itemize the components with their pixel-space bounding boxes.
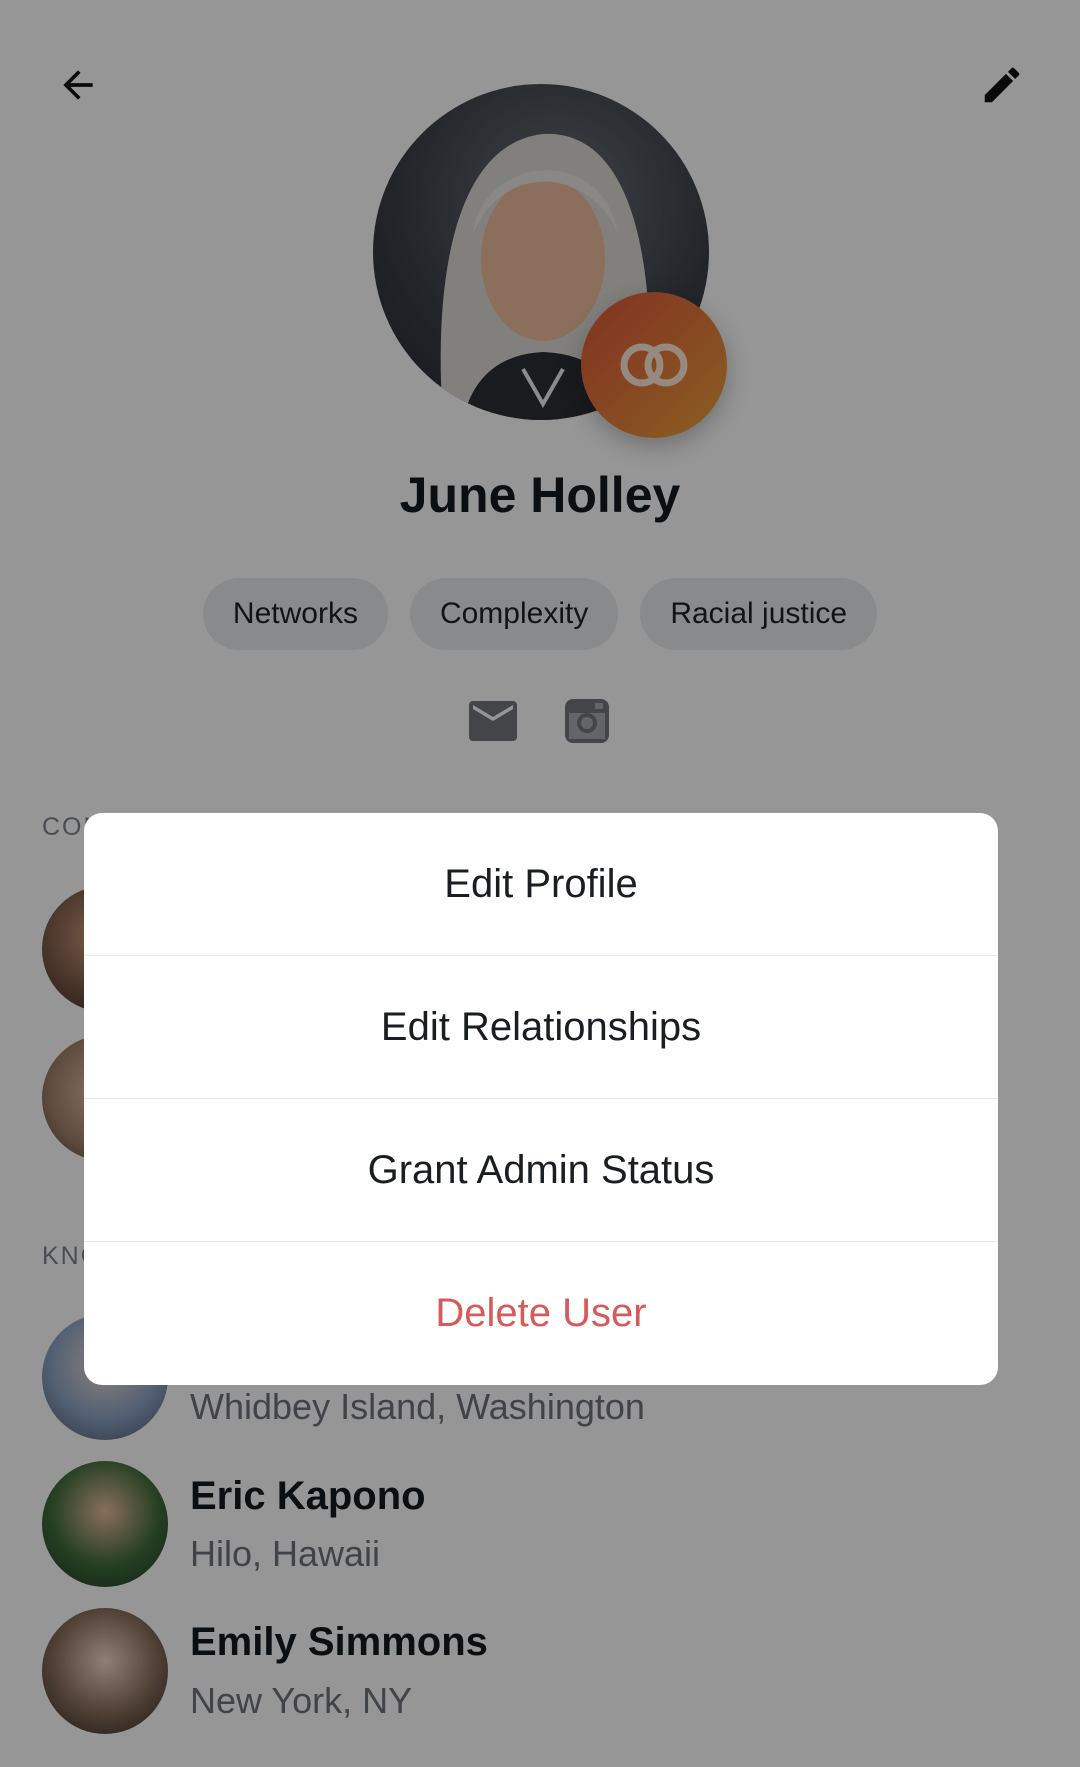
delete-user-option[interactable]: Delete User (84, 1242, 998, 1385)
actions-dialog: Edit Profile Edit Relationships Grant Ad… (84, 813, 998, 1385)
edit-relationships-option[interactable]: Edit Relationships (84, 956, 998, 1099)
edit-profile-option[interactable]: Edit Profile (84, 813, 998, 956)
grant-admin-option[interactable]: Grant Admin Status (84, 1099, 998, 1242)
